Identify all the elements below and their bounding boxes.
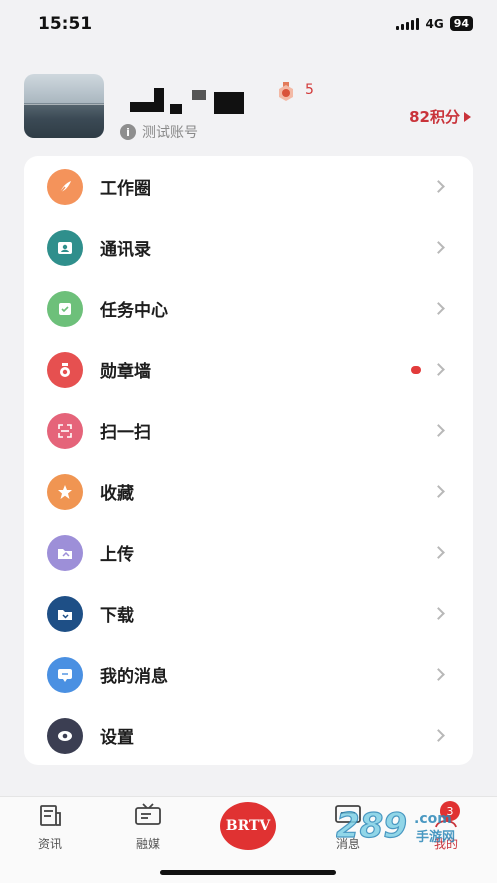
bottom-tab-bar: 资讯 融媒 BRTV 消息 我的 3 289 .com 手游网: [0, 796, 497, 883]
menu-label: 任务中心: [100, 301, 168, 321]
account-type: i 测试账号: [120, 122, 198, 142]
info-icon: i: [120, 124, 136, 140]
tab-media[interactable]: 融媒: [118, 803, 178, 852]
account-label: 测试账号: [142, 125, 198, 141]
profile-header: 5 i 测试账号 82积分: [0, 70, 497, 150]
watermark-logo: 289 .com 手游网: [336, 805, 455, 845]
medal-icon[interactable]: [276, 82, 296, 102]
menu-label: 扫一扫: [100, 423, 151, 443]
message-icon: [47, 656, 83, 693]
menu-label: 上传: [100, 545, 134, 565]
chevron-right-icon: [432, 241, 445, 254]
menu-item-download[interactable]: 下载: [24, 583, 473, 644]
username-redacted: [130, 88, 254, 114]
menu-item-favorites[interactable]: 收藏: [24, 461, 473, 522]
chevron-right-icon: [432, 180, 445, 193]
menu-label: 收藏: [100, 484, 134, 504]
home-indicator: [160, 870, 336, 875]
menu-item-settings[interactable]: 设置: [24, 705, 473, 766]
medal-count: 5: [305, 82, 314, 98]
points-text: 82积分: [409, 108, 460, 126]
task-icon: [47, 290, 83, 327]
menu-label: 设置: [100, 728, 134, 748]
svg-text:289: 289: [336, 806, 407, 845]
battery-icon: 94: [449, 16, 473, 31]
brtv-logo-button[interactable]: BRTV: [220, 802, 276, 850]
menu-item-medal-wall[interactable]: 勋章墙: [24, 339, 473, 400]
svg-text:手游网: 手游网: [416, 829, 455, 845]
points-link[interactable]: 82积分: [409, 106, 471, 127]
triangle-right-icon: [464, 111, 471, 122]
contacts-icon: [47, 229, 83, 266]
tv-icon: [135, 803, 161, 825]
menu-label: 工作圈: [100, 179, 151, 199]
chevron-right-icon: [432, 424, 445, 437]
medal-icon: [47, 351, 83, 388]
upload-icon: [47, 534, 83, 571]
settings-icon: [47, 717, 83, 754]
star-icon: [47, 473, 83, 510]
menu-label: 通讯录: [100, 240, 151, 260]
chevron-right-icon: [432, 607, 445, 620]
chevron-right-icon: [432, 363, 445, 376]
status-indicators: 4G 94: [396, 16, 473, 31]
chevron-right-icon: [432, 668, 445, 681]
menu-label: 我的消息: [100, 667, 168, 687]
menu-label: 下载: [100, 606, 134, 626]
chevron-right-icon: [432, 485, 445, 498]
news-icon: [40, 805, 61, 826]
menu-item-upload[interactable]: 上传: [24, 522, 473, 583]
chevron-right-icon: [432, 302, 445, 315]
status-bar: 15:51 4G 94: [0, 0, 497, 48]
download-icon: [47, 595, 83, 632]
menu-label: 勋章墙: [100, 362, 151, 382]
tab-label: 资讯: [37, 837, 62, 851]
svg-text:.com: .com: [414, 811, 452, 827]
menu-item-task-center[interactable]: 任务中心: [24, 278, 473, 339]
menu-item-my-messages[interactable]: 我的消息: [24, 644, 473, 705]
menu-card: 工作圈 通讯录 任务中心 勋章墙 扫一扫 收藏 上传 下载 我的消息 设置: [24, 156, 473, 765]
avatar[interactable]: [24, 74, 104, 138]
menu-item-work-circle[interactable]: 工作圈: [24, 156, 473, 217]
signal-icon: [396, 17, 420, 30]
notification-dot: [411, 365, 421, 374]
chevron-right-icon: [432, 546, 445, 559]
tab-label: 融媒: [135, 837, 160, 851]
feather-icon: [47, 168, 83, 205]
menu-item-scan[interactable]: 扫一扫: [24, 400, 473, 461]
scan-icon: [47, 412, 83, 449]
tab-news[interactable]: 资讯: [20, 803, 80, 852]
menu-item-contacts[interactable]: 通讯录: [24, 217, 473, 278]
network-type: 4G: [425, 16, 444, 31]
status-time: 15:51: [38, 14, 93, 34]
chevron-right-icon: [432, 729, 445, 742]
